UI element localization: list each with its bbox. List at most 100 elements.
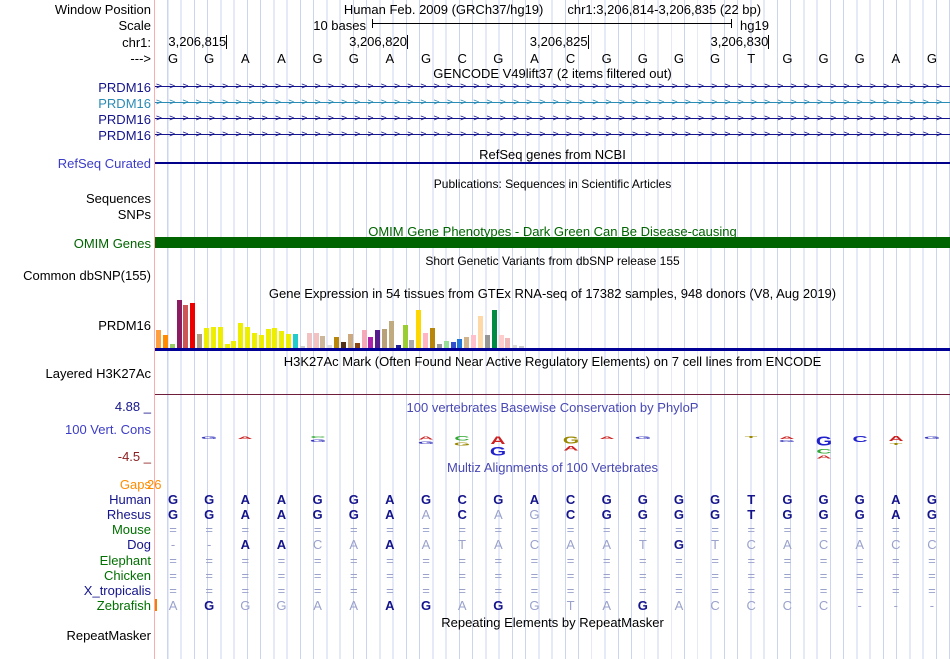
align-base: A (602, 537, 612, 552)
gtex-bar[interactable] (238, 323, 244, 348)
phylop-logo-column: A (599, 436, 614, 440)
align-base: G (312, 507, 323, 522)
gtex-bar[interactable] (156, 330, 161, 348)
gencode-transcript[interactable]: >>>>>>>>>>>>>>>>>>>>>>>>>>>>>>>>>>>>>>>>… (155, 130, 950, 139)
gtex-bar[interactable] (279, 331, 285, 348)
gtex-bar[interactable] (484, 335, 490, 348)
align-base: C (565, 507, 576, 522)
gtex-bar[interactable] (265, 329, 271, 348)
gtex-bar[interactable] (306, 333, 312, 348)
gtex-bar[interactable] (286, 334, 292, 348)
gtex-bar[interactable] (258, 335, 264, 348)
gtex-bar[interactable] (382, 329, 388, 348)
omim-gene-bar[interactable] (155, 237, 950, 248)
align-base: A (385, 598, 395, 613)
align-base: = (277, 553, 286, 568)
gtex-bar[interactable] (505, 338, 511, 348)
repeatmasker-label[interactable]: RepeatMasker (0, 628, 151, 643)
gencode-transcript-label[interactable]: PRDM16 (0, 80, 151, 95)
gencode-transcript[interactable]: >>>>>>>>>>>>>>>>>>>>>>>>>>>>>>>>>>>>>>>>… (155, 98, 950, 107)
strand-chevrons: >>>>>>>>>>>>>>>>>>>>>>>>>>>>>>>>>>>>>>>>… (156, 82, 950, 91)
align-base: T (458, 537, 467, 552)
gtex-bar[interactable] (217, 327, 223, 348)
gtex-bar[interactable] (231, 341, 237, 348)
gtex-bar[interactable] (375, 330, 381, 348)
gtex-bar[interactable] (176, 300, 182, 348)
gtex-bar[interactable] (498, 335, 504, 348)
gtex-bar[interactable] (183, 305, 189, 348)
species-label[interactable]: Dog (0, 537, 151, 552)
sequences-track-label[interactable]: Sequences (0, 191, 151, 206)
align-base: C (565, 492, 576, 507)
gtex-bar[interactable] (293, 334, 298, 348)
gtex-bar[interactable] (457, 339, 463, 348)
align-base: = (277, 522, 286, 537)
align-base: C (818, 598, 829, 613)
gtex-bar[interactable] (347, 334, 353, 348)
gtex-bar[interactable] (245, 327, 251, 348)
gtex-bar[interactable] (203, 328, 209, 348)
gtex-bar[interactable] (491, 310, 497, 348)
base-letter: G (601, 51, 612, 66)
gtex-bar[interactable] (251, 333, 257, 348)
gtex-bar[interactable] (477, 316, 483, 348)
gtex-bar[interactable] (430, 328, 435, 348)
base-letter: G (168, 51, 179, 66)
align-base: = (928, 583, 936, 598)
align-base: A (240, 492, 251, 507)
gtex-gene-label[interactable]: PRDM16 (0, 318, 151, 333)
strand-arrow-label[interactable]: ---> (0, 51, 151, 66)
gtex-bar[interactable] (402, 325, 408, 348)
gtex-bar[interactable] (313, 333, 319, 348)
gtex-bar[interactable] (443, 341, 449, 348)
refseq-gene-line[interactable] (155, 162, 950, 164)
species-label[interactable]: Human (0, 492, 151, 507)
align-base: = (458, 553, 466, 568)
align-base: = (458, 583, 466, 598)
species-label[interactable]: Zebrafish (0, 598, 151, 613)
species-label[interactable]: Mouse (0, 522, 151, 537)
align-base: G (637, 598, 648, 613)
refseq-curated-label[interactable]: RefSeq Curated (0, 156, 151, 171)
gtex-bar[interactable] (361, 330, 367, 348)
gtex-bar[interactable] (423, 333, 429, 348)
gtex-bar[interactable] (190, 303, 196, 348)
vert-cons-label[interactable]: 100 Vert. Cons (0, 422, 151, 437)
gaps-row-label[interactable]: Gaps (0, 477, 151, 492)
gtex-bar[interactable] (464, 337, 470, 348)
logo-letter: C (454, 435, 470, 443)
gencode-transcript-label[interactable]: PRDM16 (0, 96, 151, 111)
species-label[interactable]: Elephant (0, 553, 151, 568)
species-label[interactable]: X_tropicalis (0, 583, 151, 598)
gtex-bar[interactable] (416, 310, 422, 348)
base-letter: A (891, 51, 901, 66)
common-dbsnp-label[interactable]: Common dbSNP(155) (0, 268, 151, 283)
gtex-bar[interactable] (197, 334, 203, 348)
snps-track-label[interactable]: SNPs (0, 207, 151, 222)
h3k27ac-signal-line[interactable] (155, 394, 950, 395)
gtex-bar[interactable] (210, 327, 216, 348)
gencode-transcript[interactable]: >>>>>>>>>>>>>>>>>>>>>>>>>>>>>>>>>>>>>>>>… (155, 82, 950, 91)
gencode-transcript[interactable]: >>>>>>>>>>>>>>>>>>>>>>>>>>>>>>>>>>>>>>>>… (155, 114, 950, 123)
gtex-bar[interactable] (320, 336, 326, 348)
align-base: G (782, 492, 793, 507)
species-label[interactable]: Rhesus (0, 507, 151, 522)
gtex-bar[interactable] (388, 321, 394, 348)
align-base: T (711, 537, 720, 552)
gtex-bar[interactable] (334, 337, 340, 348)
gtex-bar[interactable] (409, 340, 415, 348)
layered-h3k27ac-label[interactable]: Layered H3K27Ac (0, 366, 151, 381)
gencode-transcript-label[interactable]: PRDM16 (0, 112, 151, 127)
align-base: = (530, 568, 539, 583)
align-base: = (205, 568, 213, 583)
gtex-bar[interactable] (368, 337, 374, 348)
omim-genes-label[interactable]: OMIM Genes (0, 236, 151, 251)
align-base: = (313, 583, 322, 598)
gtex-bar[interactable] (272, 328, 278, 348)
gtex-bar[interactable] (471, 335, 477, 348)
species-label[interactable]: Chicken (0, 568, 151, 583)
gencode-transcript-label[interactable]: PRDM16 (0, 128, 151, 143)
gtex-bar[interactable] (162, 335, 168, 348)
phylop-logo-column: AG (779, 436, 795, 443)
zebrafish-break-tick (155, 599, 157, 611)
